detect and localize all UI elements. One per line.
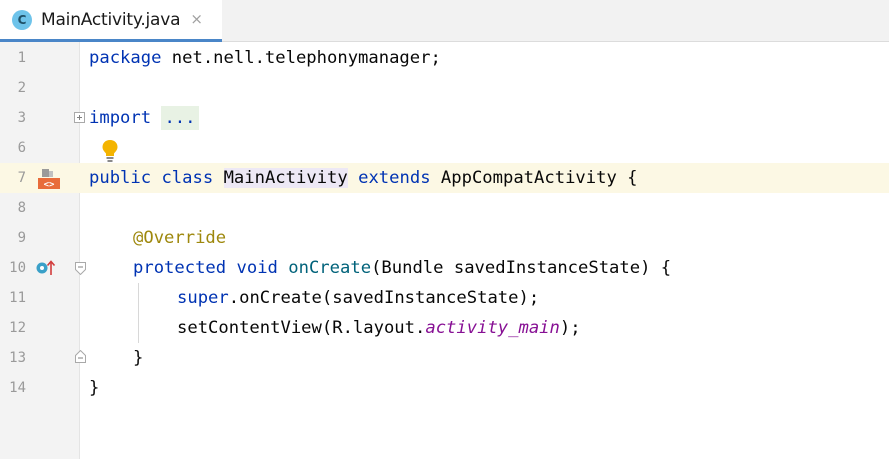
code-line-12[interactable]: setContentView(R.layout.activity_main); [177, 313, 581, 343]
fold-expanded-icon[interactable] [75, 262, 86, 275]
resource-field: activity_main [425, 318, 560, 338]
code-text: net.nell.telephonymanager; [161, 48, 441, 68]
tab-title: MainActivity.java [41, 9, 181, 30]
tab-mainactivity-java[interactable]: C MainActivity.java × [0, 0, 222, 42]
java-class-icon-letter: C [17, 12, 27, 27]
code-line-10[interactable]: protected void onCreate(Bundle savedInst… [133, 253, 671, 283]
code-text: } [89, 378, 100, 398]
folded-imports[interactable]: ... [161, 106, 199, 130]
line-number-3: 3 [17, 110, 26, 126]
line-number-9: 9 [17, 230, 26, 246]
line-number-2: 2 [17, 80, 26, 96]
line-number-6: 6 [17, 140, 26, 156]
code-line-7[interactable]: public class MainActivity extends AppCom… [89, 163, 638, 193]
indent-guide [138, 283, 139, 343]
line-number-13: 13 [9, 350, 26, 366]
code-line-1[interactable]: package net.nell.telephonymanager; [89, 43, 441, 73]
keyword: super [177, 288, 229, 308]
line-number-1: 1 [17, 50, 26, 66]
code-line-9[interactable]: @Override [133, 223, 226, 253]
code-line-13[interactable]: } [133, 343, 143, 373]
code-text: (Bundle savedInstanceState) { [371, 258, 672, 278]
line-number-8: 8 [17, 200, 26, 216]
code-text: AppCompatActivity { [430, 168, 638, 188]
close-icon[interactable]: × [190, 12, 203, 27]
override-method-icon[interactable] [35, 259, 57, 277]
line-number-10: 10 [9, 260, 26, 276]
code-text: } [133, 348, 144, 368]
tab-bar: C MainActivity.java × [0, 0, 889, 42]
keyword: public [89, 168, 152, 188]
svg-text:<>: <> [44, 180, 55, 190]
method-name: onCreate [288, 258, 372, 278]
line-number-12: 12 [9, 320, 26, 336]
annotation: @Override [133, 228, 227, 248]
lightbulb-icon[interactable] [101, 139, 119, 163]
line-number-14: 14 [9, 380, 26, 396]
code-line-3[interactable]: import ... [89, 103, 199, 133]
fold-end-icon[interactable] [75, 350, 86, 363]
code-line-14[interactable]: } [89, 373, 99, 403]
run-activity-icon[interactable]: <> [37, 168, 61, 190]
keyword: import [89, 108, 152, 128]
keyword: class [161, 168, 214, 188]
fold-collapsed-icon[interactable] [74, 112, 85, 123]
code-text: ); [559, 318, 581, 338]
editor-window: C MainActivity.java × 1 2 3 6 7 8 9 10 1… [0, 0, 889, 459]
keyword: package [89, 48, 162, 68]
keyword: extends [358, 168, 431, 188]
line-number-11: 11 [9, 290, 26, 306]
line-number-7: 7 [17, 170, 26, 186]
code-text: setContentView(R.layout. [177, 318, 426, 338]
keyword: protected [133, 258, 227, 278]
keyword: void [236, 258, 278, 278]
code-text: .onCreate(savedInstanceState); [228, 288, 540, 308]
class-name[interactable]: MainActivity [223, 168, 348, 188]
code-line-11[interactable]: super.onCreate(savedInstanceState); [177, 283, 539, 313]
java-class-icon: C [12, 9, 32, 30]
